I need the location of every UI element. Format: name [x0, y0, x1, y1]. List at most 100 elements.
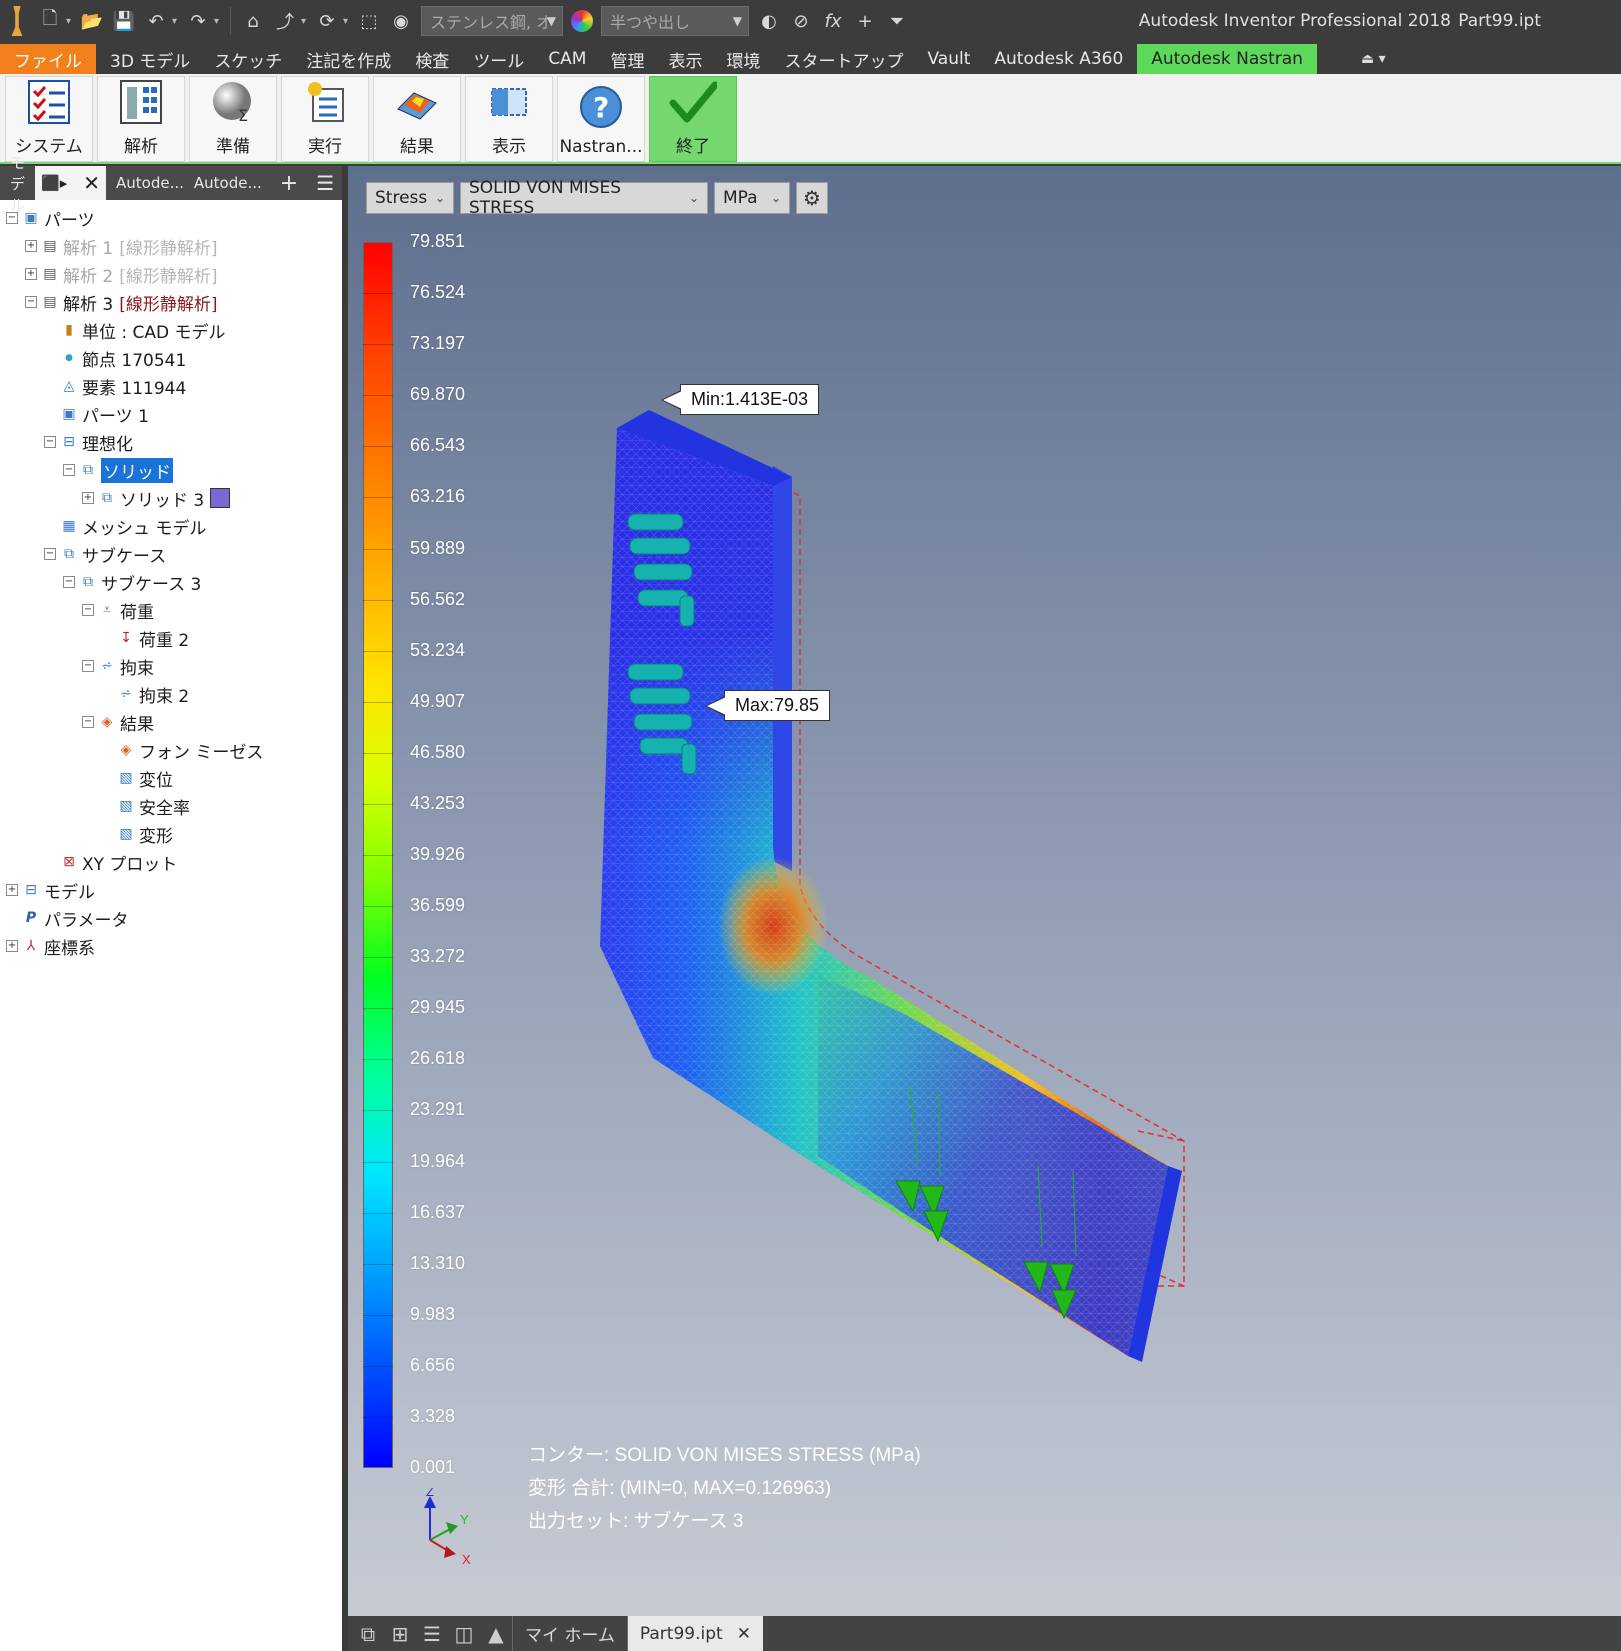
tree-node[interactable]: ● 節点 170541 [0, 344, 342, 372]
ribbon-button[interactable]: 終了 [649, 76, 737, 162]
ribbon-tab[interactable]: ツール [463, 44, 534, 74]
close-icon[interactable]: ✕ [737, 1624, 751, 1644]
tab-model[interactable]: モデル [0, 154, 35, 214]
cascade-icon[interactable]: ⧉ [352, 1618, 384, 1650]
chevron-down-icon[interactable]: ▾ [343, 16, 353, 27]
tab-my-home[interactable]: マイ ホーム [512, 1616, 628, 1651]
ribbon-button[interactable]: 実行 [281, 76, 369, 162]
tree-node[interactable]: ▧ 変形 [0, 820, 342, 848]
undo-icon[interactable]: ↶ [142, 7, 170, 35]
tree-node[interactable]: ⊠ XY プロット [0, 848, 342, 876]
ribbon-tab[interactable]: Vault [917, 44, 980, 74]
new-file-icon[interactable]: 🗋 [36, 7, 64, 35]
tile-icon[interactable]: ⊞ [384, 1618, 416, 1650]
inventor-logo[interactable] [0, 0, 34, 42]
appearance-select[interactable]: 半つや出し ▼ [601, 6, 749, 36]
material-select[interactable]: ステンレス鋼, オ ▼ [421, 6, 563, 36]
redo-icon[interactable]: ↷ [184, 7, 212, 35]
ribbon-button[interactable]: 表示 [465, 76, 553, 162]
customize-menu-icon[interactable]: ⏷ [883, 7, 911, 35]
save-icon[interactable]: 💾 [110, 7, 138, 35]
collapse-icon[interactable]: − [82, 604, 94, 616]
color-swatch[interactable] [210, 488, 231, 508]
expand-icon[interactable]: + [25, 268, 37, 280]
collapse-icon[interactable]: − [63, 464, 75, 476]
tree-node[interactable]: + ▤ 解析 1 [線形静解析] [0, 232, 342, 260]
collapse-icon[interactable]: − [63, 576, 75, 588]
select-icon[interactable]: ⬚ [355, 7, 383, 35]
ribbon-button[interactable]: 解析 [97, 76, 185, 162]
chevron-down-icon[interactable]: ▾ [172, 16, 182, 27]
tree-node[interactable]: ↧ 荷重 2 [0, 624, 342, 652]
ribbon-button[interactable]: 結果 [373, 76, 461, 162]
collapse-icon[interactable]: − [6, 212, 18, 224]
collapse-icon[interactable]: − [25, 296, 37, 308]
arrange-up-icon[interactable]: ▲ [480, 1618, 512, 1650]
ribbon-options-icon[interactable]: ⏏ ▾ [1351, 44, 1396, 74]
tree-node[interactable]: + ⊟ モデル [0, 876, 342, 904]
tree-node[interactable]: − ⧉ サブケース 3 [0, 568, 342, 596]
fea-model[interactable] [348, 166, 1621, 1616]
appearance-ball-icon[interactable] [571, 10, 593, 32]
expand-icon[interactable]: + [6, 940, 18, 952]
material-ball-icon[interactable]: ◉ [387, 7, 415, 35]
tile-vertical-icon[interactable]: ◫ [448, 1618, 480, 1650]
collapse-icon[interactable]: − [82, 660, 94, 672]
tree-node[interactable]: ▮ 単位 : CAD モデル [0, 316, 342, 344]
tree-node[interactable]: − ⩡ 荷重 [0, 596, 342, 624]
ribbon-tab[interactable]: 環境 [716, 44, 770, 74]
tree-node[interactable]: P パラメータ [0, 904, 342, 932]
ribbon-tab[interactable]: スタートアップ [774, 44, 913, 74]
tree-node[interactable]: ▧ 安全率 [0, 792, 342, 820]
open-folder-icon[interactable]: 📂 [78, 7, 106, 35]
tree-node[interactable]: + ▤ 解析 2 [線形静解析] [0, 260, 342, 288]
chevron-down-icon[interactable]: ▾ [214, 16, 224, 27]
home-icon[interactable]: ⌂ [239, 7, 267, 35]
parameters-fx-icon[interactable]: fx [819, 7, 847, 35]
tree-node[interactable]: − ▣ パーツ [0, 204, 342, 232]
ribbon-button[interactable]: システム [5, 76, 93, 162]
ribbon-tab[interactable]: Autodesk Nastran [1137, 44, 1317, 74]
hamburger-menu-icon[interactable]: ☰ [306, 166, 346, 200]
ribbon-tab[interactable]: CAM [538, 44, 596, 74]
graphics-viewport[interactable]: Stress ⌄ SOLID VON MISES STRESS ⌄ MPa ⌄ … [348, 166, 1621, 1616]
expand-icon[interactable]: + [82, 492, 94, 504]
collapse-icon[interactable]: − [44, 436, 56, 448]
expand-icon[interactable]: + [25, 240, 37, 252]
tree-node[interactable]: − ▤ 解析 3 [線形静解析] [0, 288, 342, 316]
tree-node[interactable]: ◬ 要素 111944 [0, 372, 342, 400]
ribbon-tab[interactable]: Autodesk A360 [984, 44, 1133, 74]
tree-node[interactable]: ▦ メッシュ モデル [0, 512, 342, 540]
tree-node[interactable]: − ⧉ ソリッド [0, 456, 342, 484]
add-tab-icon[interactable]: + [272, 166, 306, 200]
update-icon[interactable]: ⟳ [313, 7, 341, 35]
plus-icon[interactable]: + [851, 7, 879, 35]
expand-icon[interactable]: + [6, 884, 18, 896]
ribbon-tab[interactable]: 検査 [405, 44, 459, 74]
return-icon[interactable]: ⤴ [271, 7, 299, 35]
tree-node[interactable]: − ◈ 結果 [0, 708, 342, 736]
collapse-icon[interactable]: − [82, 716, 94, 728]
tab-part99[interactable]: Part99.ipt ✕ [627, 1616, 763, 1651]
close-icon[interactable]: ✕ [83, 171, 100, 195]
ribbon-button[interactable]: Σ 準備 [189, 76, 277, 162]
chevron-down-icon[interactable]: ▾ [66, 16, 76, 27]
tree-node[interactable]: − ⩫ 拘束 [0, 652, 342, 680]
tile-horizontal-icon[interactable]: ☰ [416, 1618, 448, 1650]
tree-node[interactable]: ▧ 変位 [0, 764, 342, 792]
ribbon-button[interactable]: ? Nastran... [557, 76, 645, 162]
tree-node[interactable]: − ⧉ サブケース [0, 540, 342, 568]
tab-cam[interactable]: ⬛▸ ✕ [35, 166, 106, 200]
tree-node[interactable]: ⩫ 拘束 2 [0, 680, 342, 708]
tree-node[interactable]: − ⊟ 理想化 [0, 428, 342, 456]
tab-autodesk-1[interactable]: Autode... [106, 166, 194, 200]
tab-autodesk-2[interactable]: Autode... [194, 166, 272, 200]
tree-node[interactable]: + ⅄ 座標系 [0, 932, 342, 960]
ribbon-tab[interactable]: 表示 [658, 44, 712, 74]
tree-node[interactable]: + ⧉ ソリッド 3 [0, 484, 342, 512]
ribbon-tab[interactable]: 管理 [600, 44, 654, 74]
collapse-icon[interactable]: − [44, 548, 56, 560]
ribbon-tab[interactable]: 注記を作成 [296, 44, 401, 74]
adjust-appearance-icon[interactable]: ◐ [755, 7, 783, 35]
clear-appearance-icon[interactable]: ⊘ [787, 7, 815, 35]
